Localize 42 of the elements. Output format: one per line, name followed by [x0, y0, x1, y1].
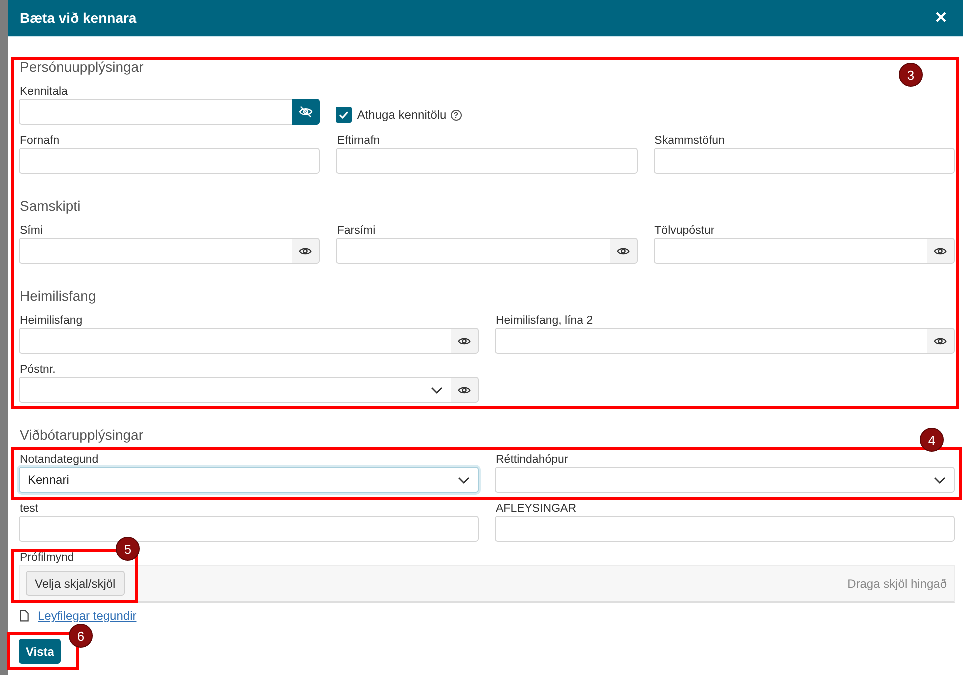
chevron-down-icon: [458, 476, 470, 484]
input-field[interactable]: [495, 516, 955, 542]
field-label: Heimilisfang, lína 2: [495, 315, 594, 328]
checkbox-label: Athuga kennitölu: [357, 108, 447, 122]
field-label: Notandategund: [19, 454, 99, 467]
section-heading: Heimilisfang: [19, 287, 96, 305]
file-icon: [20, 610, 29, 622]
visibility-toggle-button[interactable]: [292, 99, 320, 125]
dialog-title: Bæta við kennara: [20, 10, 137, 26]
field-label: Skammstöfun: [654, 135, 725, 148]
drop-hint: Draga skjöl hingað: [848, 576, 947, 590]
input-field[interactable]: [19, 99, 292, 125]
section-heading: Samskipti: [19, 197, 81, 215]
input-field[interactable]: [336, 148, 638, 174]
help-icon[interactable]: ?: [450, 110, 462, 120]
field-label: Eftirnafn: [336, 135, 380, 148]
section-heading: Viðbótarupplýsingar: [19, 426, 144, 444]
field-label: Fornafn: [19, 135, 60, 148]
field-label: AFLEYSINGAR: [495, 503, 577, 516]
close-button[interactable]: ×: [933, 8, 949, 28]
file-drop-zone[interactable]: Velja skjal/skjöl Draga skjöl hingað: [19, 565, 955, 603]
field-label: Póstnr.: [19, 364, 56, 377]
field-label: Farsími: [336, 225, 376, 238]
section-heading: Persónuupplýsingar: [19, 58, 144, 76]
field-label: Tölvupóstur: [654, 225, 715, 238]
field-label: Sími: [19, 225, 43, 238]
input-field[interactable]: [654, 148, 955, 174]
checkbox[interactable]: [336, 107, 352, 123]
input-field[interactable]: [19, 516, 479, 542]
input-field[interactable]: [19, 148, 320, 174]
choose-files-button[interactable]: Velja skjal/skjöl: [26, 571, 125, 596]
chevron-down-icon: [934, 476, 946, 484]
select-field[interactable]: [495, 467, 955, 493]
field-label: Heimilisfang: [19, 315, 83, 328]
allowed-types-link[interactable]: Leyfilegar tegundir: [38, 609, 137, 623]
field-label: Kennitala: [19, 86, 68, 99]
save-button[interactable]: Vista: [19, 639, 62, 664]
eye-slash-icon: [298, 106, 313, 118]
select-field[interactable]: Kennari: [19, 467, 479, 493]
field-label: test: [19, 503, 39, 516]
field-label: Prófilmynd: [19, 552, 74, 565]
field-label: Réttindahópur: [495, 454, 568, 467]
